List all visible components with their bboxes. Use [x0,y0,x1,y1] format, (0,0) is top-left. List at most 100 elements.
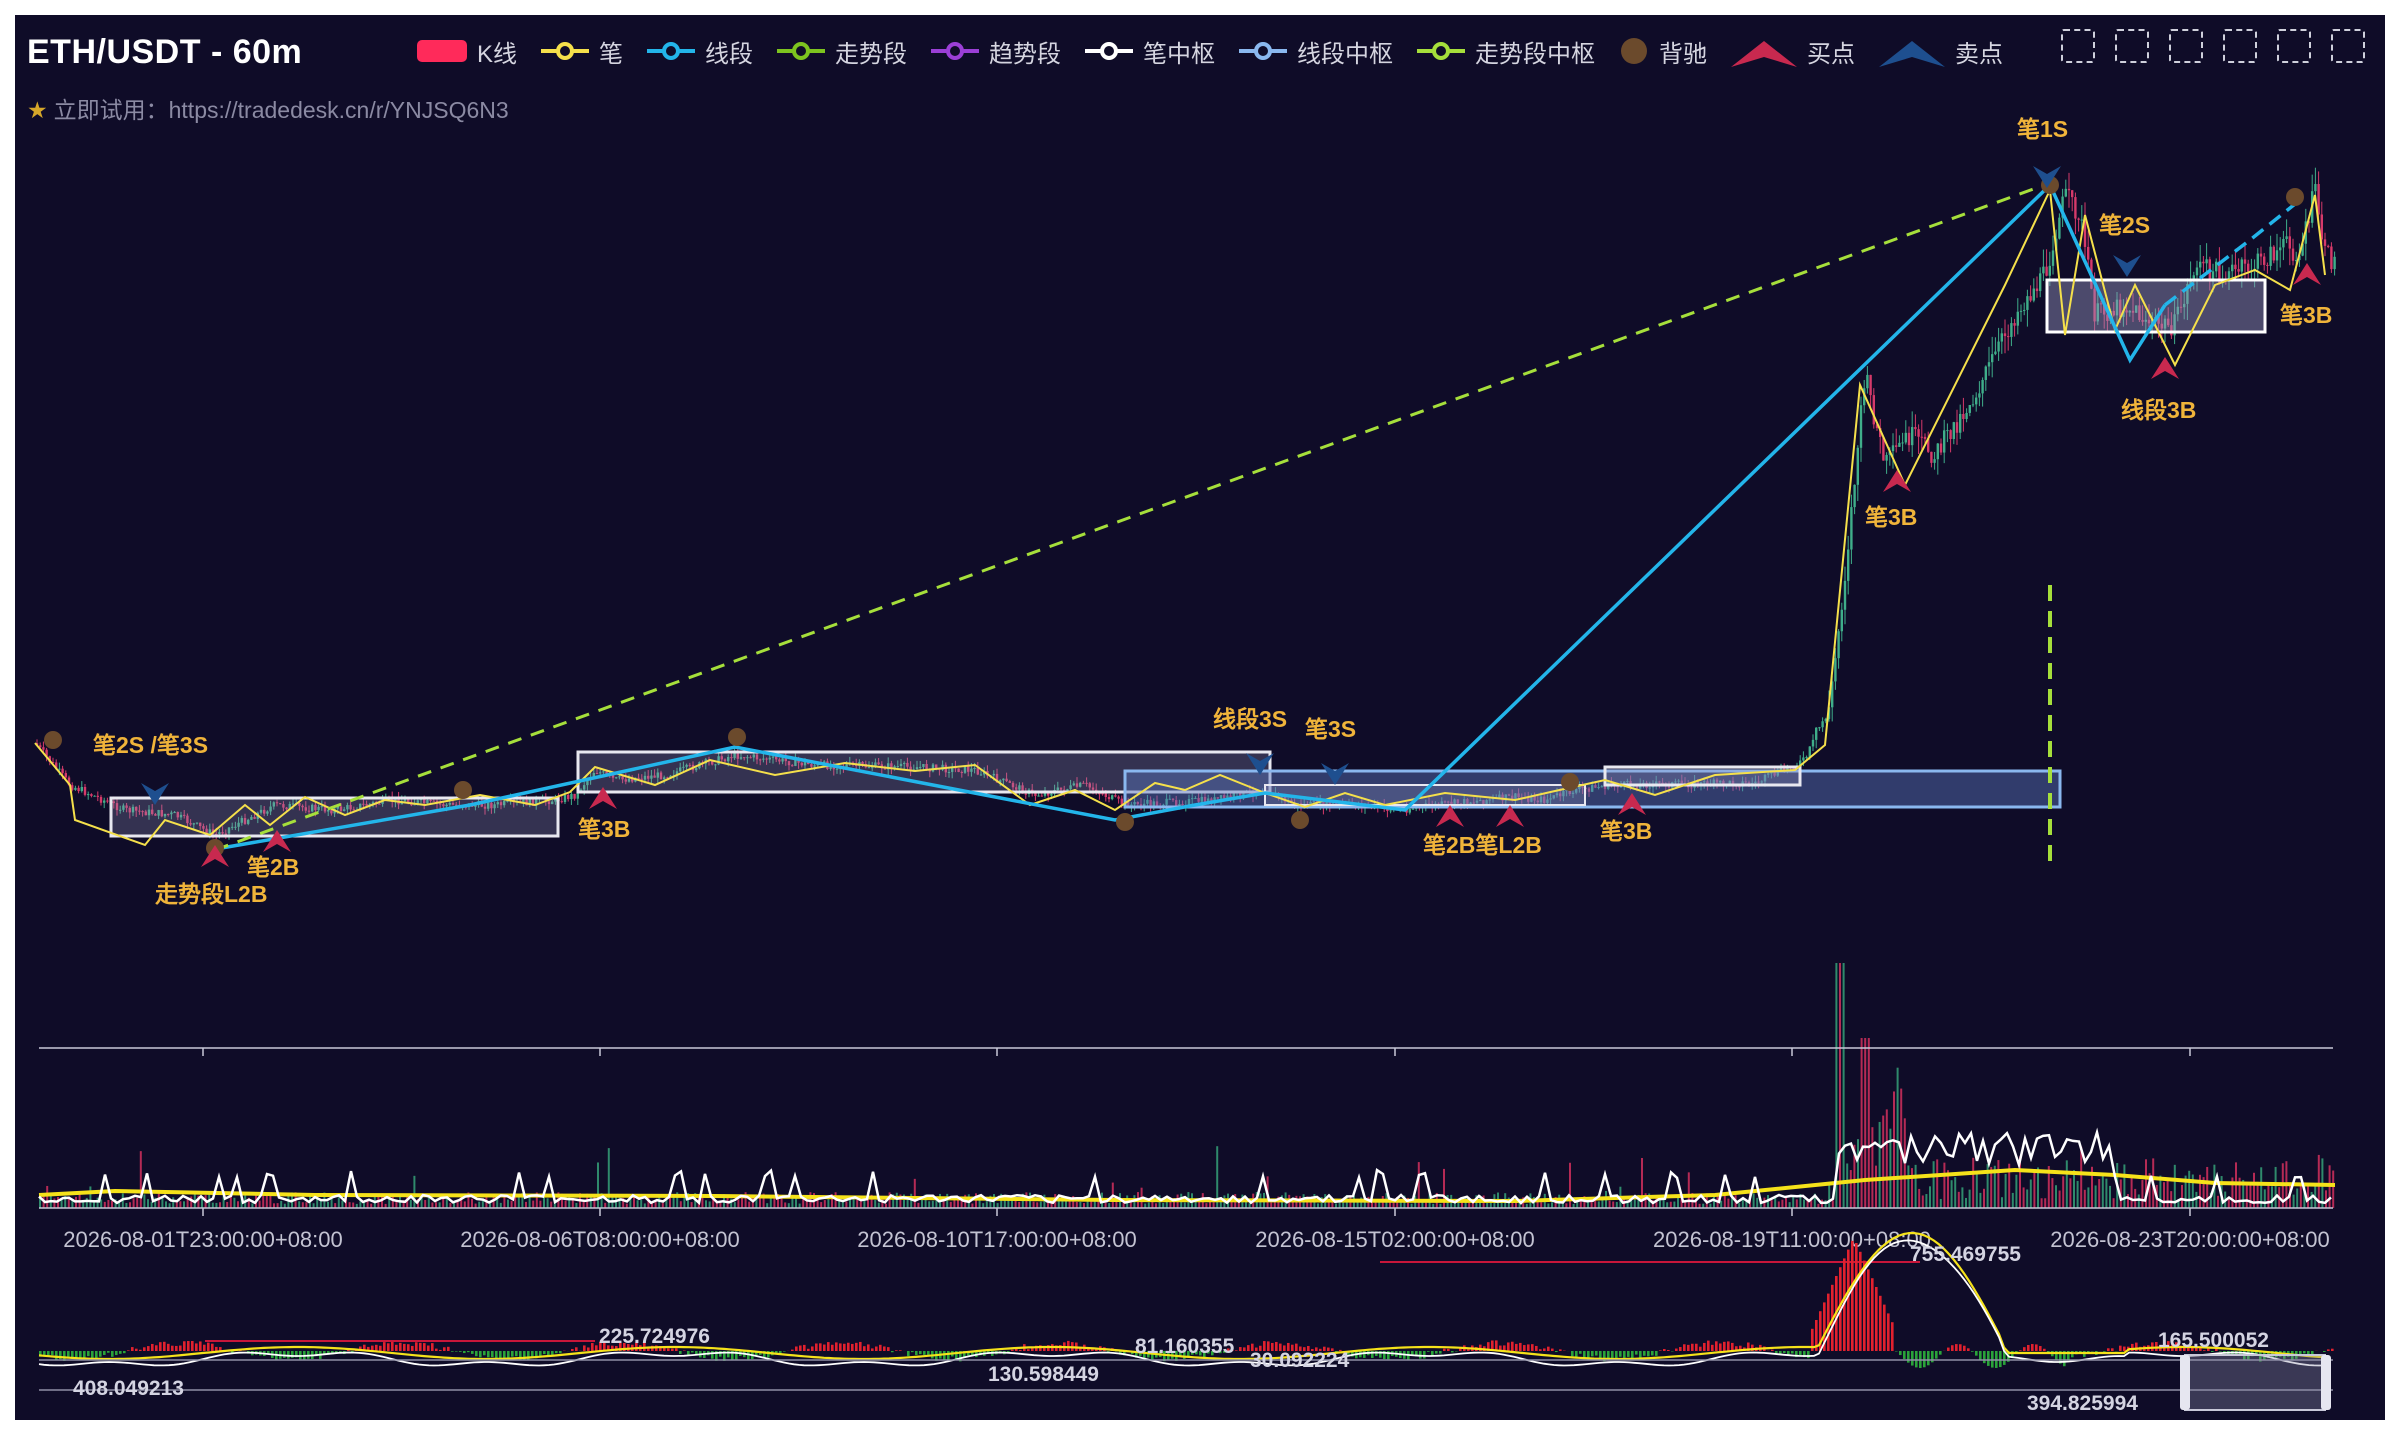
volume-bar [672,1197,675,1208]
volume-bar [1846,1163,1849,1208]
volume-bar [1601,1199,1604,1208]
volume-bar [2206,1166,2209,1208]
volume-bar [2130,1177,2133,1208]
volume-bar [1770,1200,1773,1208]
volume-bar [784,1202,787,1208]
macd-bar [839,1343,842,1351]
volume-bar [1839,963,1841,1208]
volume-bar [424,1199,427,1208]
volume-bar [39,1198,41,1208]
candle-body [1114,795,1117,797]
volume-bar [1612,1201,1615,1208]
volume-bar [985,1201,988,1208]
volume-bar [1785,1197,1787,1208]
volume-bar [1270,1202,1273,1208]
candle-body [2071,190,2074,198]
macd-bar [2119,1345,2122,1351]
candle-body [1811,739,1815,747]
volume-bar [481,1200,484,1208]
volume-bar [1687,1172,1690,1208]
candle-body [2051,250,2055,266]
candle-body [2010,323,2013,337]
volume-bar [53,1198,56,1208]
macd-bar [799,1345,802,1351]
volume-bar [1803,1199,1805,1208]
macd-bar [1851,1240,1854,1351]
volume-bar [931,1200,934,1208]
macd-bar [1707,1340,1710,1351]
volume-bar [190,1196,193,1208]
volume-bar [2033,1170,2036,1208]
macd-bar [1675,1348,1678,1351]
macd-bar [2111,1348,2114,1351]
macd-bar [1867,1269,1870,1351]
volume-bar [841,1201,844,1208]
volume-bar [471,1198,473,1208]
candle-body [2314,184,2317,192]
macd-bar [411,1345,414,1351]
candle-body [1907,432,1911,446]
macd-bar [451,1351,454,1352]
macd-bar [127,1350,130,1351]
volume-bar [93,1201,95,1208]
macd-bar [163,1341,166,1351]
macd-bar [1911,1351,1914,1366]
volume-bar [1954,1177,1957,1208]
candle-body [77,787,80,792]
candle-body [2323,239,2327,246]
volume-bar [2015,1174,2018,1208]
volume-bar [280,1200,283,1208]
volume-bar [2011,1192,2014,1208]
volume-bar [1849,1170,1852,1208]
macd-bar [927,1351,930,1355]
candle-body [1930,451,1933,463]
candle-body [2202,261,2205,264]
macd-bar [879,1344,882,1351]
macd-bar [1659,1350,1662,1351]
macd-bar [475,1351,478,1357]
volume-bar [2296,1188,2299,1208]
macd-bar [855,1342,858,1351]
macd-bar [2103,1351,2106,1352]
chart-canvas[interactable]: 笔2S /笔3S 笔2B走势段L2B 笔3B 线段3S 笔3S 笔2B笔L2B 笔3B 笔3B… [15,15,2385,1420]
candle-body [64,773,67,778]
volume-bar [859,1201,862,1208]
volume-bar [2026,1189,2029,1208]
macd-bar [427,1345,430,1351]
divergence-dot [728,728,746,746]
volume-bar [1677,1196,1679,1208]
macd-bar [1827,1293,1830,1351]
macd-bar [803,1344,806,1351]
macd-bar [811,1346,814,1351]
volume-bar [1468,1202,1471,1208]
volume-bar [780,1197,783,1208]
candle-body [2266,264,2269,266]
macd-bar [191,1341,194,1351]
macd-bar [499,1351,502,1359]
volume-bar [1486,1202,1489,1208]
macd-bar [819,1343,822,1351]
volume-bar [2062,1176,2065,1208]
macd-bar [1107,1351,1110,1352]
volume-bar [2325,1190,2327,1208]
volume-bar [2245,1183,2248,1208]
volume-bar [679,1201,682,1208]
macd-bar [2123,1346,2126,1351]
macd-bar [183,1341,186,1351]
volume-bar [1356,1201,1359,1208]
volume-bar [2217,1195,2219,1208]
candle-body [573,793,576,799]
macd-bar [1667,1349,1670,1351]
macd-bar [1067,1340,1070,1351]
candle-body [1984,366,1987,380]
volume-bar [1756,1197,1759,1208]
volume-bar [2123,1164,2126,1208]
candle-body [2237,269,2240,272]
volume-bar [1104,1202,1107,1208]
macd-bar [407,1344,410,1351]
macd-bar [1571,1351,1574,1357]
volume-bar [1183,1202,1186,1208]
candle-body [2064,188,2067,197]
volume-bar [532,1200,535,1208]
macd-bar [583,1345,586,1351]
